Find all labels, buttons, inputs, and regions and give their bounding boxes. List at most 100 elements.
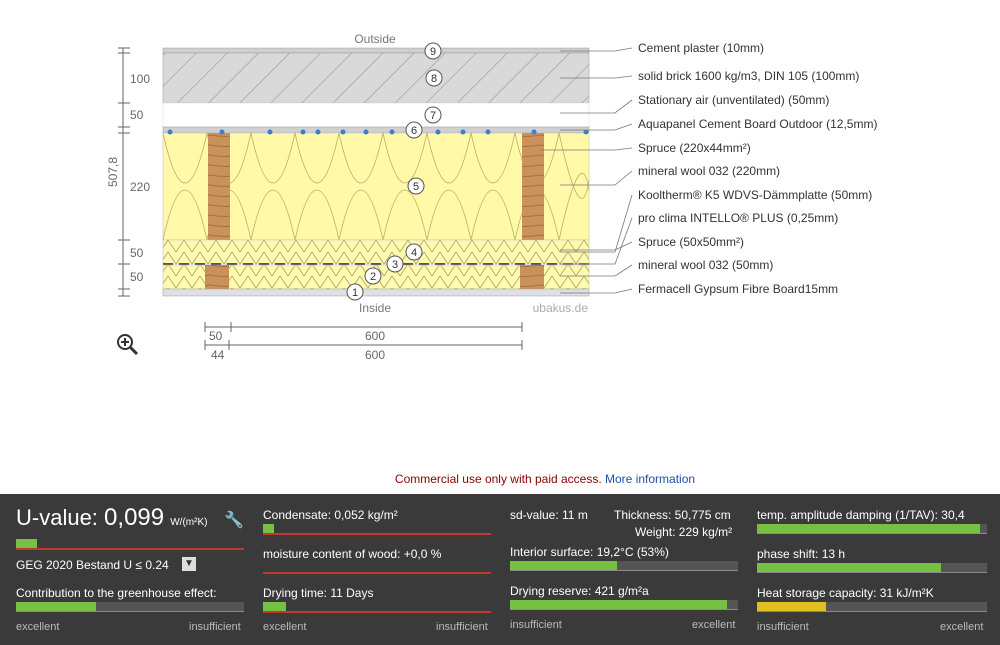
layer-leaders: Cement plaster (10mm) solid brick 1600 kg… xyxy=(540,41,877,296)
drying-time-bar xyxy=(263,602,491,613)
moisture-column: Condensate: 0,052 kg/m² moisture content… xyxy=(247,494,494,645)
layer-number: 9 xyxy=(430,46,436,58)
spruce-stud-left xyxy=(208,133,230,240)
greenhouse-bar xyxy=(16,602,244,612)
uvalue-bar xyxy=(16,539,244,550)
layer-label: Kooltherm® K5 WDVS-Dämmplatte (50mm) xyxy=(638,188,872,202)
thermal-column: temp. amplitude damping (1/TAV): 30,4 ph… xyxy=(741,494,1000,645)
layer-number: 1 xyxy=(352,287,358,299)
layer-number: 8 xyxy=(431,73,437,85)
drying-time-label: Drying time: 11 Days xyxy=(263,586,374,600)
moisture-label: moisture content of wood: +0,0 % xyxy=(263,547,442,561)
scale-insufficient-2: insufficient xyxy=(436,621,488,633)
sd-value: sd-value: 11 m xyxy=(510,508,588,522)
dim-50b: 50 xyxy=(130,246,144,260)
phase-shift-bar xyxy=(757,563,987,573)
layer-label: Spruce (50x50mm²) xyxy=(638,235,744,249)
layer-solid-brick xyxy=(162,52,590,104)
dim-bottom-600b: 600 xyxy=(365,348,385,362)
layer-number: 7 xyxy=(430,110,436,122)
total-thickness: 507,8 xyxy=(106,157,120,187)
layer-number: 3 xyxy=(392,259,398,271)
commercial-text: Commercial use only with paid access. xyxy=(394,472,602,486)
damping-label: temp. amplitude damping (1/TAV): 30,4 xyxy=(757,508,965,522)
spruce-batten-left xyxy=(205,265,229,289)
uvalue-display: U-value: 0,099 W/(m²K) xyxy=(16,504,207,532)
interior-surface-bar xyxy=(510,561,738,571)
damping-bar xyxy=(757,524,987,534)
interior-surface-label: Interior surface: 19,2°C (53%) xyxy=(510,545,669,559)
dim-bottom-600a: 600 xyxy=(365,329,385,343)
layer-label: Fermacell Gypsum Fibre Board15mm xyxy=(638,282,838,296)
wrench-icon[interactable]: 🔧 xyxy=(224,510,244,530)
layer-kooltherm xyxy=(162,239,590,265)
uvalue-number: 0,099 xyxy=(104,504,165,531)
bottom-dimension-lines xyxy=(204,322,523,350)
layer-number: 5 xyxy=(413,181,419,193)
zoom-in-icon[interactable] xyxy=(117,334,139,356)
dim-bottom-44: 44 xyxy=(211,348,225,362)
layer-label: Spruce (220x44mm²) xyxy=(638,141,751,155)
condensate-bar xyxy=(263,524,491,535)
spruce-batten-right xyxy=(520,265,544,289)
layer-label: pro clima INTELLO® PLUS (0,25mm) xyxy=(638,211,838,225)
interior-surface-bar-fill xyxy=(510,561,618,570)
heat-storage-label: Heat storage capacity: 31 kJ/m²K xyxy=(757,586,934,600)
greenhouse-bar-fill xyxy=(16,602,96,611)
drying-reserve-bar xyxy=(510,600,738,610)
layer-number: 2 xyxy=(370,271,376,283)
moisture-bar xyxy=(263,563,491,574)
layer-label: solid brick 1600 kg/m3, DIN 105 (100mm) xyxy=(638,69,859,83)
dim-50c: 50 xyxy=(130,270,144,284)
standard-label: GEG 2020 Bestand U ≤ 0.24 xyxy=(16,558,169,572)
layer-fermacell xyxy=(162,288,590,297)
spruce-stud-right xyxy=(522,133,544,240)
properties-column: sd-value: 11 m Thickness: 50,775 cm Weig… xyxy=(494,494,741,645)
layer-label: Stationary air (unventilated) (50mm) xyxy=(638,93,829,107)
greenhouse-label: Contribution to the greenhouse effect: xyxy=(16,586,217,600)
layer-stationary-air xyxy=(162,102,590,128)
uvalue-label: U-value: xyxy=(16,505,98,530)
scale-excellent-1: excellent xyxy=(16,621,60,633)
layer-number: 6 xyxy=(411,125,417,137)
dropdown-icon[interactable]: ▼ xyxy=(182,557,196,571)
inside-label: Inside xyxy=(359,301,391,315)
wall-cross-section-diagram: Outside Inside ubakus.de 100 50 220 50 5… xyxy=(106,32,877,362)
results-panel: U-value: 0,099 W/(m²K) 🔧 GEG 2020 Bestan… xyxy=(0,494,1000,645)
drying-reserve-label: Drying reserve: 421 g/m²a xyxy=(510,584,649,598)
watermark: ubakus.de xyxy=(533,301,589,315)
layer-label: Cement plaster (10mm) xyxy=(638,41,764,55)
damping-bar-fill xyxy=(757,524,981,533)
dim-50a: 50 xyxy=(130,108,144,122)
layer-aquapanel xyxy=(162,126,590,134)
layer-number: 4 xyxy=(411,247,417,259)
layer-cement-plaster xyxy=(162,47,590,54)
uvalue-column: U-value: 0,099 W/(m²K) 🔧 GEG 2020 Bestan… xyxy=(0,494,247,645)
dim-bottom-50: 50 xyxy=(209,329,223,343)
uvalue-bar-fill xyxy=(16,539,37,548)
scale-insufficient-3: insufficient xyxy=(510,619,562,631)
scale-insufficient-4: insufficient xyxy=(757,621,809,633)
scale-insufficient-1: insufficient xyxy=(189,621,241,633)
phase-shift-label: phase shift: 13 h xyxy=(757,547,846,561)
thickness-value: Thickness: 50,775 cm xyxy=(614,508,731,522)
condensate-bar-fill xyxy=(263,524,275,533)
outside-label: Outside xyxy=(354,32,396,46)
layer-label: Aquapanel Cement Board Outdoor (12,5mm) xyxy=(638,117,877,131)
heat-storage-bar xyxy=(757,602,987,612)
layer-label: mineral wool 032 (220mm) xyxy=(638,164,780,178)
commercial-notice: Commercial use only with paid access. Mo… xyxy=(0,472,1000,486)
more-information-link[interactable]: More information xyxy=(605,472,695,486)
condensate-label: Condensate: 0,052 kg/m² xyxy=(263,508,398,522)
dim-220: 220 xyxy=(130,180,150,194)
uvalue-unit: W/(m²K) xyxy=(170,517,208,528)
heat-storage-bar-fill xyxy=(757,602,826,611)
scale-excellent-4: excellent xyxy=(940,621,984,633)
scale-excellent-2: excellent xyxy=(263,621,307,633)
drying-time-bar-fill xyxy=(263,602,286,611)
layer-label: mineral wool 032 (50mm) xyxy=(638,258,773,272)
scale-excellent-3: excellent xyxy=(692,619,736,631)
dim-100: 100 xyxy=(130,72,150,86)
phase-shift-bar-fill xyxy=(757,563,941,572)
weight-value: Weight: 229 kg/m² xyxy=(635,525,733,539)
